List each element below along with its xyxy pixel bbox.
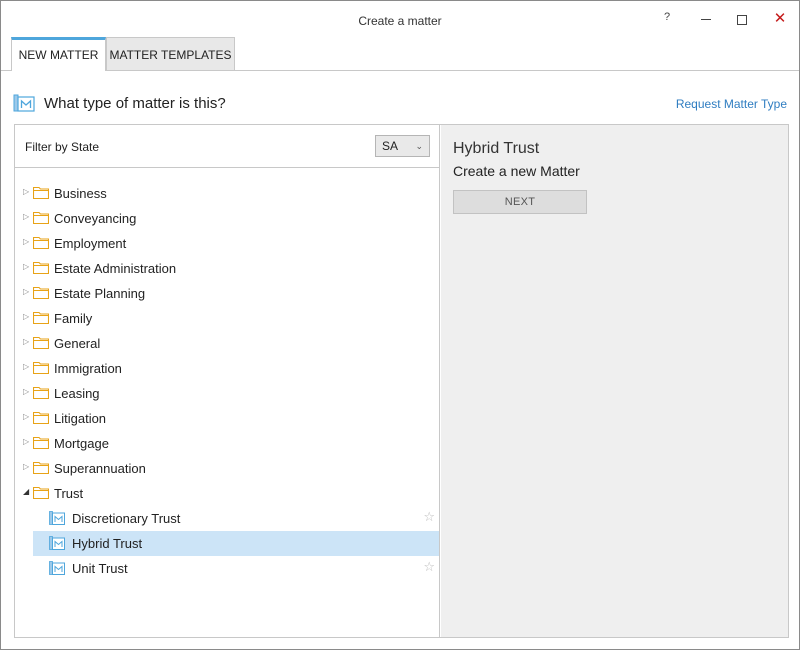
tree-node-label: Superannuation [54, 461, 146, 476]
detail-title: Hybrid Trust [453, 140, 540, 157]
expand-arrow-icon[interactable]: ▷ [23, 462, 29, 471]
expand-arrow-icon[interactable]: ▷ [23, 262, 29, 271]
expand-arrow-icon[interactable]: ▷ [23, 387, 29, 396]
tree-node-label: Family [54, 311, 93, 326]
next-button[interactable]: NEXT [453, 190, 587, 214]
tree-node-label: Immigration [54, 361, 122, 376]
tree-node-label: Estate Administration [54, 261, 177, 276]
folder-icon [33, 486, 49, 499]
tab-new-matter[interactable]: NEW MATTER [11, 37, 106, 71]
tree-leaf-label: Discretionary Trust [72, 511, 181, 526]
matter-type-icon [49, 536, 65, 550]
star-icon[interactable]: ☆ [423, 559, 435, 575]
folder-icon [33, 436, 49, 449]
tab-divider [1, 70, 799, 71]
minimize-icon [701, 19, 711, 21]
window-title: Create a matter [358, 14, 442, 28]
folder-icon [33, 286, 49, 299]
state-select[interactable]: SA ⌄ [375, 135, 430, 157]
page-question: What type of matter is this? [44, 95, 226, 112]
request-matter-type-link[interactable]: Request Matter Type [676, 97, 787, 111]
tree-leaf-label: Unit Trust [72, 561, 128, 576]
folder-icon [33, 211, 49, 224]
tree-node-label: Trust [54, 486, 84, 501]
expand-arrow-icon[interactable]: ▷ [23, 337, 29, 346]
matter-detail-pane: Hybrid Trust Create a new Matter NEXT [441, 125, 788, 637]
tree-node-label: Leasing [54, 386, 100, 401]
expand-arrow-icon[interactable]: ▷ [23, 287, 29, 296]
tree-node-label: Mortgage [54, 436, 109, 451]
create-matter-window: Create a matter ? ✕ NEW MATTER MATTER TE… [0, 0, 800, 650]
collapse-arrow-icon[interactable]: ◢ [23, 487, 29, 496]
matter-tree-pane: Filter by State SA ⌄ ▷ Business ▷ Convey… [15, 125, 440, 637]
maximize-icon [737, 14, 747, 25]
folder-icon [33, 361, 49, 374]
folder-icon [33, 336, 49, 349]
filter-row: Filter by State SA ⌄ [15, 125, 440, 168]
chevron-down-icon: ⌄ [415, 141, 423, 151]
expand-arrow-icon[interactable]: ▷ [23, 437, 29, 446]
tree-node-label: General [54, 336, 101, 351]
tree-leaf-discretionary-trust[interactable]: Discretionary Trust ☆ [33, 506, 439, 531]
close-button[interactable]: ✕ [768, 9, 792, 29]
tab-matter-templates[interactable]: MATTER TEMPLATES [106, 37, 235, 71]
matter-type-icon [13, 94, 35, 112]
expand-arrow-icon[interactable]: ▷ [23, 412, 29, 421]
tree-node-label: Conveyancing [54, 211, 137, 226]
folder-icon [33, 411, 49, 424]
folder-icon [33, 461, 49, 474]
expand-arrow-icon[interactable]: ▷ [23, 362, 29, 371]
folder-icon [33, 261, 49, 274]
tree-leaf-unit-trust[interactable]: Unit Trust ☆ [33, 556, 439, 581]
folder-icon [33, 386, 49, 399]
maximize-button[interactable] [730, 9, 754, 29]
tree-leaf-label: Hybrid Trust [72, 536, 143, 551]
folder-icon [33, 236, 49, 249]
tree-node-label: Estate Planning [54, 286, 146, 301]
title-bar[interactable]: Create a matter ? ✕ [1, 1, 799, 37]
matter-type-icon [49, 561, 65, 575]
tree-leaf-hybrid-trust[interactable]: Hybrid Trust [33, 531, 439, 556]
expand-arrow-icon[interactable]: ▷ [23, 212, 29, 221]
expand-arrow-icon[interactable]: ▷ [23, 237, 29, 246]
minimize-button[interactable] [694, 9, 718, 29]
folder-icon [33, 311, 49, 324]
expand-arrow-icon[interactable]: ▷ [23, 187, 29, 196]
expand-arrow-icon[interactable]: ▷ [23, 312, 29, 321]
help-button[interactable]: ? [655, 7, 679, 27]
tree-node-label: Business [54, 186, 107, 201]
star-icon[interactable]: ☆ [423, 509, 435, 525]
state-select-value: SA [382, 139, 399, 153]
tree-node-label: Employment [54, 236, 127, 251]
matter-panel: Filter by State SA ⌄ ▷ Business ▷ Convey… [14, 124, 789, 638]
matter-type-icon [49, 511, 65, 525]
tree-node-label: Litigation [54, 411, 107, 426]
detail-subtitle: Create a new Matter [453, 163, 580, 179]
folder-icon [33, 186, 49, 199]
filter-label: Filter by State [25, 140, 100, 154]
